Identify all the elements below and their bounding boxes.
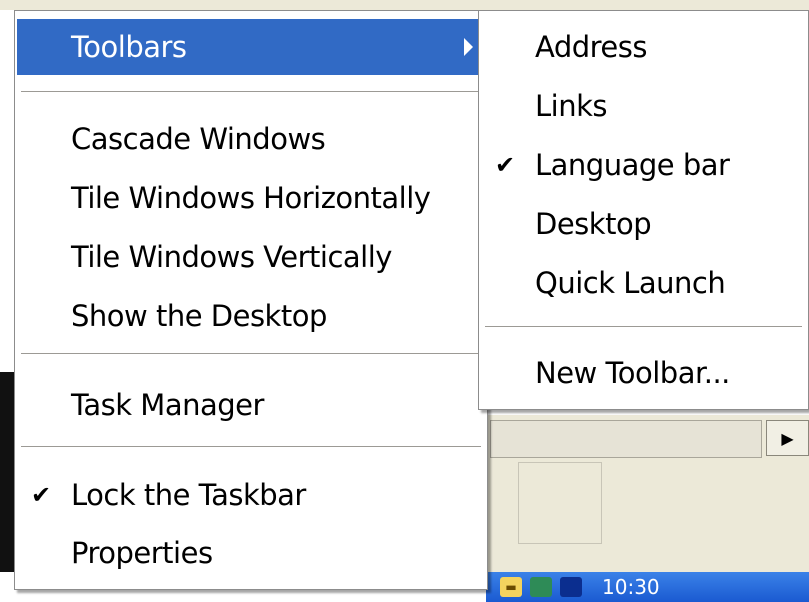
background-strip	[0, 0, 809, 10]
toolbars-submenu: Address Links ✔ Language bar Desktop Qui…	[478, 10, 809, 410]
menu-item-toolbars[interactable]: Toolbars	[17, 19, 485, 75]
submenu-item-language-bar[interactable]: ✔ Language bar	[481, 137, 806, 193]
menu-separator	[485, 326, 802, 328]
submenu-item-new-toolbar[interactable]: New Toolbar...	[481, 345, 806, 401]
menu-item-task-manager[interactable]: Task Manager	[17, 377, 485, 433]
toolbar-field	[490, 420, 762, 458]
taskbar-context-menu: Toolbars Cascade Windows Tile Windows Ho…	[14, 10, 488, 590]
checkmark-icon: ✔	[495, 151, 515, 179]
scroll-right-button[interactable]: ▶	[766, 420, 809, 456]
menu-separator	[21, 91, 481, 93]
menu-item-tile-vertically[interactable]: Tile Windows Vertically	[17, 229, 485, 285]
network-icon[interactable]	[530, 577, 552, 597]
checkmark-icon: ✔	[31, 481, 51, 509]
menu-item-lock-taskbar[interactable]: ✔ Lock the Taskbar	[17, 467, 485, 523]
menu-item-tile-horizontally[interactable]: Tile Windows Horizontally	[17, 170, 485, 226]
submenu-item-desktop[interactable]: Desktop	[481, 196, 806, 252]
menu-separator	[21, 353, 481, 355]
submenu-item-links[interactable]: Links	[481, 78, 806, 134]
menu-item-properties[interactable]: Properties	[17, 525, 485, 581]
wireless-icon[interactable]	[560, 577, 582, 597]
chevron-right-icon: ▶	[781, 428, 794, 448]
submenu-item-quick-launch[interactable]: Quick Launch	[481, 255, 806, 311]
system-tray: ▬ 10:30	[486, 572, 809, 602]
submenu-arrow-icon	[464, 38, 473, 56]
taskbar-button-slot[interactable]	[518, 462, 602, 544]
clock[interactable]: 10:30	[602, 575, 660, 599]
menu-item-cascade-windows[interactable]: Cascade Windows	[17, 111, 485, 167]
submenu-item-address[interactable]: Address	[481, 19, 806, 75]
background-dark-edge	[0, 372, 14, 572]
menu-separator	[21, 446, 481, 448]
menu-item-show-desktop[interactable]: Show the Desktop	[17, 288, 485, 344]
folder-icon[interactable]: ▬	[500, 577, 522, 597]
